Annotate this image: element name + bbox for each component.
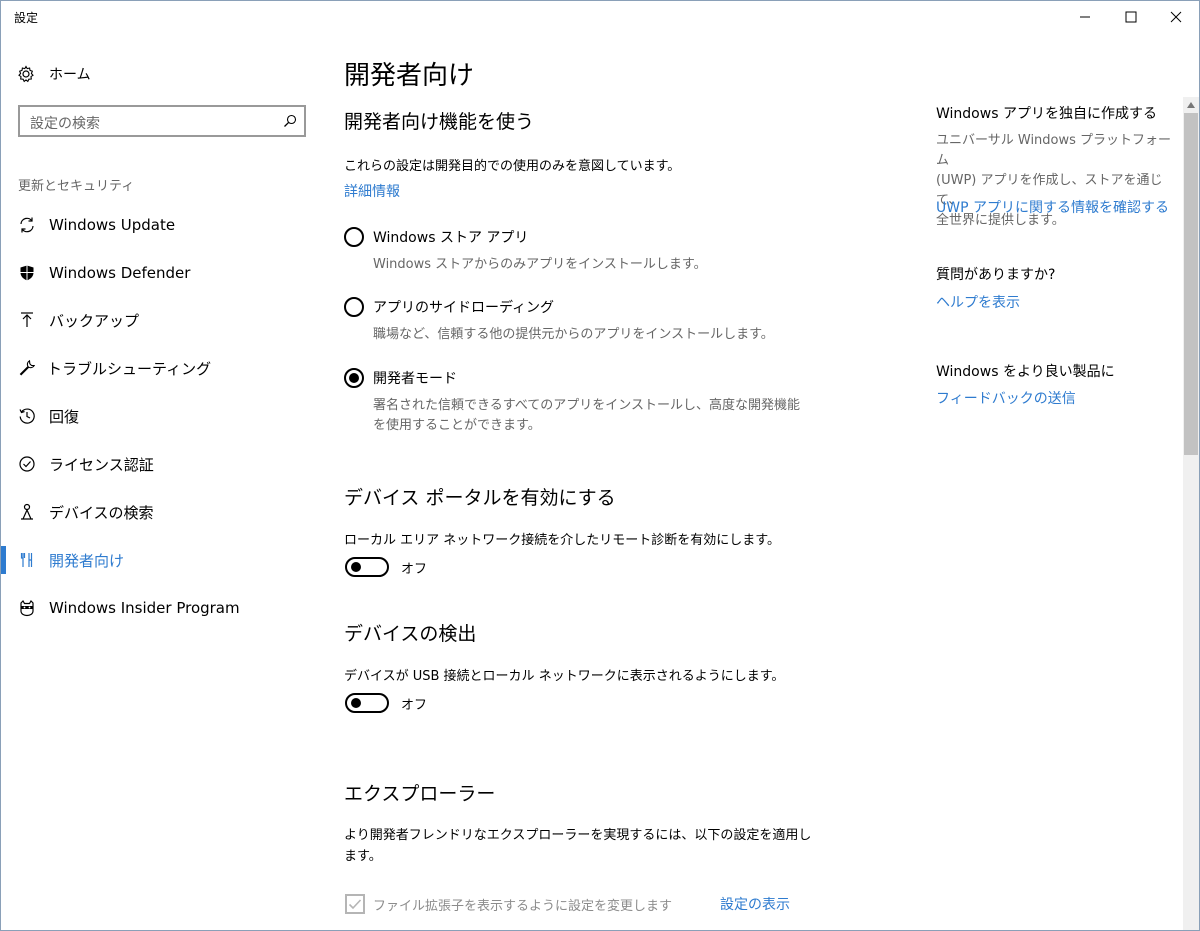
sidebar-item-windows-defender[interactable]: Windows Defender bbox=[1, 251, 321, 295]
settings-window: 設定 ホーム 設定の検索 更新とセキュリティ Windows Update Wi… bbox=[0, 0, 1200, 931]
show-file-extensions-checkbox-row[interactable]: ファイル拡張子を表示するように設定を変更します bbox=[345, 893, 672, 915]
radio-windows-store-apps[interactable]: Windows ストア アプリ bbox=[344, 226, 528, 248]
developer-tools-icon bbox=[17, 550, 37, 570]
radio-button[interactable] bbox=[344, 227, 364, 247]
radio-label: アプリのサイドローディング bbox=[373, 300, 555, 316]
sidebar-item-label: ライセンス認証 bbox=[49, 455, 154, 474]
right-text-line: ユニバーサル Windows プラットフォーム bbox=[936, 133, 1172, 168]
details-link[interactable]: 詳細情報 bbox=[344, 181, 400, 201]
radio-button[interactable] bbox=[344, 297, 364, 317]
checkbox-label: ファイル拡張子を表示するように設定を変更します bbox=[373, 898, 673, 914]
window-title: 設定 bbox=[14, 11, 39, 25]
toggle-state-label: オフ bbox=[401, 697, 428, 713]
device-portal-toggle[interactable]: オフ bbox=[345, 556, 427, 578]
minimize-icon bbox=[1080, 16, 1090, 18]
title-bar[interactable]: 設定 bbox=[1, 1, 1199, 33]
wrench-icon bbox=[17, 358, 37, 378]
scroll-up-button[interactable] bbox=[1183, 97, 1199, 113]
home-link[interactable]: ホーム bbox=[17, 62, 91, 86]
sync-icon bbox=[17, 215, 37, 235]
sidebar-item-recovery[interactable]: 回復 bbox=[1, 394, 321, 438]
page-title: 開発者向け bbox=[344, 61, 475, 91]
sidebar-item-activation[interactable]: ライセンス認証 bbox=[1, 442, 321, 486]
show-settings-link[interactable]: 設定の表示 bbox=[720, 894, 790, 914]
search-placeholder: 設定の検索 bbox=[30, 116, 100, 132]
home-label: ホーム bbox=[49, 67, 91, 83]
vertical-scrollbar[interactable] bbox=[1183, 97, 1199, 930]
radio-description: Windows ストアからのみアプリをインストールします。 bbox=[373, 257, 707, 272]
radio-developer-mode[interactable]: 開発者モード bbox=[344, 367, 457, 389]
toggle-state-label: オフ bbox=[401, 561, 428, 577]
checkmark-circle-icon bbox=[17, 454, 37, 474]
sidebar-item-label: Windows Defender bbox=[49, 264, 191, 282]
sidebar-item-find-my-device[interactable]: デバイスの検索 bbox=[1, 490, 321, 534]
device-discovery-description: デバイスが USB 接続とローカル ネットワークに表示されるようにします。 bbox=[344, 669, 785, 684]
right-heading-questions: 質問がありますか? bbox=[936, 267, 1056, 283]
sidebar-item-windows-update[interactable]: Windows Update bbox=[1, 203, 321, 247]
dev-features-heading: 開発者向け機能を使う bbox=[344, 111, 535, 133]
radio-description-line: 署名された信頼できるすべてのアプリをインストールし、高度な開発機能 bbox=[373, 398, 801, 413]
sidebar-item-label: Windows Update bbox=[49, 216, 176, 234]
device-discovery-heading: デバイスの検出 bbox=[344, 623, 477, 645]
radio-label: 開発者モード bbox=[373, 371, 457, 387]
device-portal-heading: デバイス ポータルを有効にする bbox=[344, 487, 616, 509]
toggle-switch[interactable] bbox=[345, 557, 389, 577]
section-label: 更新とセキュリティ bbox=[18, 179, 135, 194]
close-button[interactable] bbox=[1153, 1, 1199, 33]
right-heading-feedback: Windows をより良い製品に bbox=[936, 364, 1115, 380]
toggle-knob bbox=[351, 562, 361, 572]
main-content: 開発者向け 開発者向け機能を使う これらの設定は開発目的での使用のみを意図してい… bbox=[321, 33, 921, 930]
gear-icon bbox=[18, 65, 34, 83]
send-feedback-link[interactable]: フィードバックの送信 bbox=[936, 388, 1076, 408]
sidebar-item-label: 開発者向け bbox=[49, 551, 125, 570]
sidebar-item-troubleshoot[interactable]: トラブルシューティング bbox=[1, 346, 321, 390]
toggle-switch[interactable] bbox=[345, 693, 389, 713]
sidebar: ホーム 設定の検索 更新とセキュリティ Windows Update Windo… bbox=[1, 33, 321, 930]
sidebar-item-windows-insider-program[interactable]: Windows Insider Program bbox=[1, 586, 321, 630]
radio-description-line: を使用することができます。 bbox=[373, 418, 541, 433]
right-heading-create-apps: Windows アプリを独自に作成する bbox=[936, 106, 1157, 122]
radio-label: Windows ストア アプリ bbox=[373, 230, 529, 246]
explorer-description-line: より開発者フレンドリなエクスプローラーを実現するには、以下の設定を適用し bbox=[344, 828, 812, 843]
sidebar-item-label: Windows Insider Program bbox=[49, 599, 240, 617]
person-location-icon bbox=[17, 502, 37, 522]
radio-description: 署名された信頼できるすべてのアプリをインストールし、高度な開発機能 を使用するこ… bbox=[373, 396, 800, 436]
toggle-knob bbox=[351, 698, 361, 708]
radio-button-checked[interactable] bbox=[344, 368, 364, 388]
minimize-button[interactable] bbox=[1062, 1, 1108, 33]
radio-description: 職場など、信頼する他の提供元からのアプリをインストールします。 bbox=[373, 327, 774, 342]
sidebar-item-label: トラブルシューティング bbox=[47, 359, 212, 378]
checkmark-icon bbox=[348, 899, 362, 910]
explorer-heading: エクスプローラー bbox=[344, 783, 496, 805]
radio-sideload-apps[interactable]: アプリのサイドローディング bbox=[344, 296, 554, 318]
maximize-button[interactable] bbox=[1108, 1, 1154, 33]
checkbox[interactable] bbox=[345, 894, 365, 914]
sidebar-item-backup[interactable]: バックアップ bbox=[1, 298, 321, 342]
related-panel: Windows アプリを独自に作成する ユニバーサル Windows プラットフ… bbox=[936, 33, 1176, 930]
search-icon[interactable] bbox=[283, 114, 297, 128]
maximize-icon bbox=[1125, 11, 1137, 23]
ninja-cat-icon bbox=[17, 598, 37, 618]
selection-indicator bbox=[1, 546, 6, 574]
history-icon bbox=[17, 406, 37, 426]
close-icon bbox=[1170, 11, 1182, 23]
shield-icon bbox=[17, 263, 37, 283]
uwp-info-link[interactable]: UWP アプリに関する情報を確認する bbox=[936, 197, 1169, 217]
upload-arrow-icon bbox=[17, 310, 37, 330]
scrollbar-thumb[interactable] bbox=[1184, 113, 1198, 455]
settings-search-input[interactable]: 設定の検索 bbox=[18, 105, 306, 137]
chevron-up-icon bbox=[1187, 102, 1195, 108]
device-portal-description: ローカル エリア ネットワーク接続を介したリモート診断を有効にします。 bbox=[344, 533, 780, 548]
sidebar-item-label: バックアップ bbox=[49, 311, 140, 330]
dev-features-description: これらの設定は開発目的での使用のみを意図しています。 bbox=[344, 159, 681, 174]
sidebar-item-label: デバイスの検索 bbox=[49, 503, 154, 522]
explorer-description: より開発者フレンドリなエクスプローラーを実現するには、以下の設定を適用し ます。 bbox=[344, 825, 811, 867]
explorer-description-line: ます。 bbox=[344, 849, 382, 864]
get-help-link[interactable]: ヘルプを表示 bbox=[936, 292, 1020, 312]
sidebar-item-for-developers[interactable]: 開発者向け bbox=[1, 538, 321, 582]
sidebar-item-label: 回復 bbox=[49, 407, 80, 426]
device-discovery-toggle[interactable]: オフ bbox=[345, 692, 427, 714]
